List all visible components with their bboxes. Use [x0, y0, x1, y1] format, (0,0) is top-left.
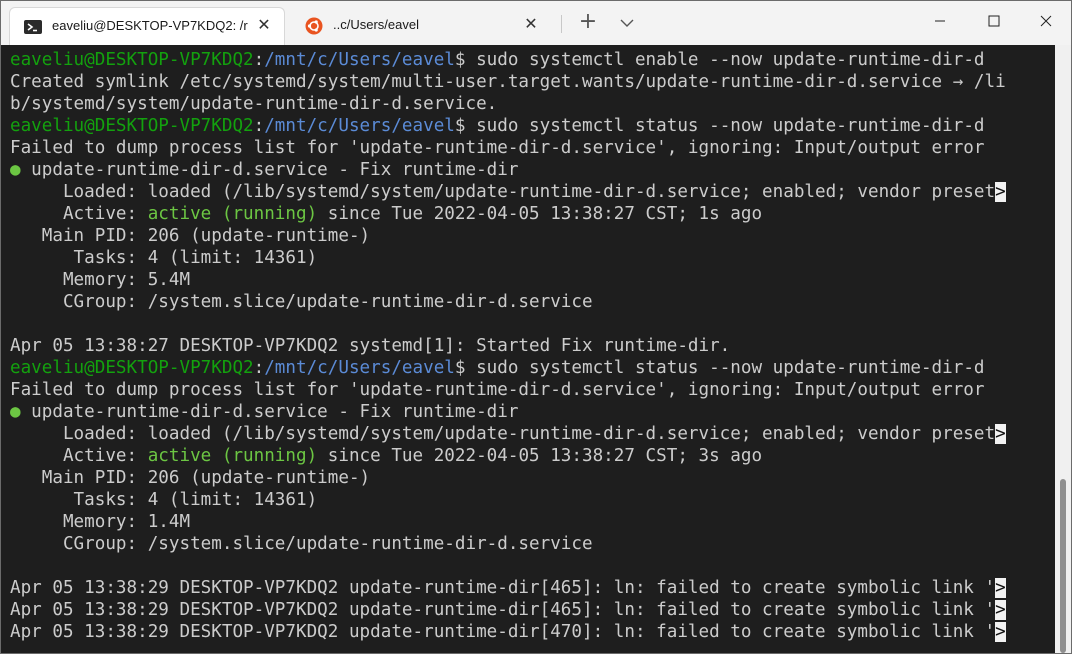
line-truncation-marker: > — [995, 622, 1006, 642]
line-truncation-marker: > — [995, 578, 1006, 598]
output-text: Apr 05 13:38:27 DESKTOP-VP7KDQ2 systemd[… — [10, 336, 731, 356]
output-text: Memory: 1.4M — [10, 512, 191, 532]
output-text: update-runtime-dir-d.service - Fix runti… — [20, 402, 519, 422]
output-text: Loaded: loaded (/lib/systemd/system/upda… — [10, 424, 996, 444]
terminal-output[interactable]: eaveliu@DESKTOP-VP7KDQ2:/mnt/c/Users/eav… — [1, 45, 1055, 653]
chevron-down-icon[interactable] — [614, 11, 640, 35]
prompt-separator: : — [253, 116, 265, 136]
tab-powershell[interactable]: eaveliu@DESKTOP-VP7KDQ2: /r ✕ — [9, 7, 285, 45]
maximize-icon — [988, 15, 1000, 27]
status-detail: since Tue 2022-04-05 13:38:27 CST; 3s ag… — [317, 446, 763, 466]
output-text: Apr 05 13:38:29 DESKTOP-VP7KDQ2 update-r… — [10, 578, 996, 598]
terminal-line: Active: active (running) since Tue 2022-… — [10, 203, 1006, 225]
tab-close-button[interactable]: ✕ — [254, 16, 274, 36]
minimize-button[interactable] — [915, 1, 965, 41]
terminal-line: ● update-runtime-dir-d.service - Fix run… — [10, 401, 1006, 423]
prompt-path: /mnt/c/Users/eavel — [264, 358, 455, 378]
tab-title: ..c/Users/eavel — [333, 17, 419, 32]
output-text: update-runtime-dir-d.service - Fix runti… — [20, 160, 519, 180]
active-status: active (running) — [147, 446, 318, 466]
output-text: Apr 05 13:38:29 DESKTOP-VP7KDQ2 update-r… — [10, 622, 996, 642]
prompt-command: $ sudo systemctl enable --now update-run… — [454, 50, 985, 70]
tab-separator — [561, 15, 562, 33]
scrollbar-thumb[interactable] — [1060, 479, 1066, 653]
terminal-line: Main PID: 206 (update-runtime-) — [10, 225, 1006, 247]
powershell-icon — [24, 18, 42, 36]
terminal-line: eaveliu@DESKTOP-VP7KDQ2:/mnt/c/Users/eav… — [10, 357, 1006, 379]
terminal-line: Failed to dump process list for 'update-… — [10, 137, 1006, 159]
prompt-path: /mnt/c/Users/eavel — [264, 50, 455, 70]
new-tab-button[interactable]: + — [575, 11, 601, 35]
output-text: Tasks: 4 (limit: 14361) — [10, 248, 318, 268]
terminal-line: ● update-runtime-dir-d.service - Fix run… — [10, 159, 1006, 181]
service-status-dot: ● — [10, 402, 21, 422]
output-text: Apr 05 13:38:29 DESKTOP-VP7KDQ2 update-r… — [10, 600, 996, 620]
terminal-line: Apr 05 13:38:29 DESKTOP-VP7KDQ2 update-r… — [10, 577, 1006, 599]
terminal-line: Loaded: loaded (/lib/systemd/system/upda… — [10, 181, 1006, 203]
output-text: Created symlink /etc/systemd/system/mult… — [10, 72, 1006, 92]
terminal-line: CGroup: /system.slice/update-runtime-dir… — [10, 533, 1006, 555]
ubuntu-icon — [305, 17, 323, 35]
prompt-command: $ sudo systemctl status --now update-run… — [454, 358, 985, 378]
output-text: b/systemd/system/update-runtime-dir-d.se… — [10, 94, 498, 114]
title-bar[interactable]: eaveliu@DESKTOP-VP7KDQ2: /r ✕ ..c/Users/… — [1, 1, 1071, 45]
prompt-user: eaveliu@DESKTOP-VP7KDQ2 — [10, 50, 254, 70]
output-text: Loaded: loaded (/lib/systemd/system/upda… — [10, 182, 996, 202]
line-truncation-marker: > — [995, 424, 1006, 444]
output-text: Memory: 5.4M — [10, 270, 191, 290]
terminal-line: Tasks: 4 (limit: 14361) — [10, 247, 1006, 269]
vertical-scrollbar[interactable] — [1055, 45, 1071, 653]
terminal-line: Memory: 1.4M — [10, 511, 1006, 533]
service-status-dot: ● — [10, 160, 21, 180]
terminal-line: eaveliu@DESKTOP-VP7KDQ2:/mnt/c/Users/eav… — [10, 49, 1006, 71]
terminal-window: eaveliu@DESKTOP-VP7KDQ2: /r ✕ ..c/Users/… — [0, 0, 1072, 654]
terminal-line: b/systemd/system/update-runtime-dir-d.se… — [10, 93, 1006, 115]
output-text: CGroup: /system.slice/update-runtime-dir… — [10, 292, 593, 312]
prompt-path: /mnt/c/Users/eavel — [264, 116, 455, 136]
output-text: Main PID: 206 (update-runtime-) — [10, 226, 371, 246]
prompt-user: eaveliu@DESKTOP-VP7KDQ2 — [10, 116, 254, 136]
output-text: Failed to dump process list for 'update-… — [10, 380, 985, 400]
line-truncation-marker: > — [995, 182, 1006, 202]
output-text: CGroup: /system.slice/update-runtime-dir… — [10, 534, 593, 554]
tab-close-button[interactable]: ✕ — [521, 15, 541, 35]
minimize-icon — [935, 20, 945, 22]
terminal-line: eaveliu@DESKTOP-VP7KDQ2:/mnt/c/Users/eav… — [10, 115, 1006, 137]
prompt-separator: : — [253, 358, 265, 378]
output-text: Tasks: 4 (limit: 14361) — [10, 490, 318, 510]
terminal-line: Memory: 5.4M — [10, 269, 1006, 291]
terminal-line: Loaded: loaded (/lib/systemd/system/upda… — [10, 423, 1006, 445]
prompt-command: $ sudo systemctl status --now update-run… — [454, 116, 985, 136]
terminal-line: Created symlink /etc/systemd/system/mult… — [10, 71, 1006, 93]
maximize-button[interactable] — [969, 1, 1019, 41]
terminal-line: CGroup: /system.slice/update-runtime-dir… — [10, 291, 1006, 313]
terminal-line: Apr 05 13:38:27 DESKTOP-VP7KDQ2 systemd[… — [10, 335, 1006, 357]
active-status: active (running) — [147, 204, 318, 224]
terminal-line: Tasks: 4 (limit: 14361) — [10, 489, 1006, 511]
close-icon — [1040, 15, 1052, 27]
tab-ubuntu[interactable]: ..c/Users/eavel ✕ — [291, 7, 551, 45]
output-text: Failed to dump process list for 'update-… — [10, 138, 985, 158]
terminal-line: Main PID: 206 (update-runtime-) — [10, 467, 1006, 489]
status-label: Active: — [10, 446, 148, 466]
output-text: Main PID: 206 (update-runtime-) — [10, 468, 371, 488]
status-label: Active: — [10, 204, 148, 224]
line-truncation-marker: > — [995, 600, 1006, 620]
terminal-lines: eaveliu@DESKTOP-VP7KDQ2:/mnt/c/Users/eav… — [10, 49, 1006, 643]
terminal-line: Active: active (running) since Tue 2022-… — [10, 445, 1006, 467]
close-window-button[interactable] — [1021, 1, 1071, 41]
status-detail: since Tue 2022-04-05 13:38:27 CST; 1s ag… — [317, 204, 763, 224]
terminal-line: Apr 05 13:38:29 DESKTOP-VP7KDQ2 update-r… — [10, 621, 1006, 643]
prompt-user: eaveliu@DESKTOP-VP7KDQ2 — [10, 358, 254, 378]
terminal-line: Failed to dump process list for 'update-… — [10, 379, 1006, 401]
tab-title: eaveliu@DESKTOP-VP7KDQ2: /r — [52, 18, 248, 33]
terminal-line: Apr 05 13:38:29 DESKTOP-VP7KDQ2 update-r… — [10, 599, 1006, 621]
prompt-separator: : — [253, 50, 265, 70]
